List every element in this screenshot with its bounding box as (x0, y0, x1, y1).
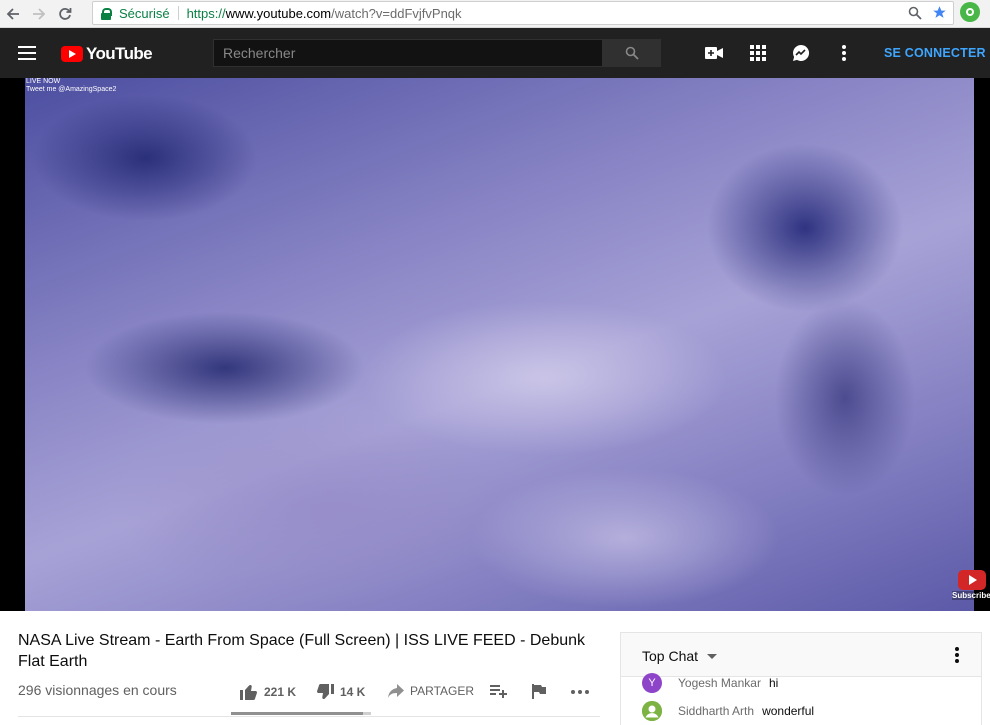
zoom-icon[interactable] (908, 6, 922, 20)
masthead: YouTube Rechercher SE CONNECTER (0, 28, 990, 78)
user-avatar-icon (642, 701, 662, 721)
chat-header: Top Chat (621, 633, 981, 677)
view-count: 296 visionnages en cours (18, 682, 177, 698)
youtube-play-icon (61, 46, 83, 62)
search-button[interactable] (602, 39, 661, 67)
search-icon (625, 46, 639, 60)
address-bar[interactable]: Sécurisé https://www.youtube.com/watch?v… (92, 1, 954, 25)
more-horizontal-icon (571, 690, 589, 694)
address-divider (177, 6, 179, 20)
chat-author[interactable]: Siddharth Arth (678, 704, 754, 718)
logo-text: YouTube (86, 44, 153, 63)
youtube-play-icon (958, 570, 986, 590)
chat-menu-icon[interactable] (955, 647, 959, 663)
dislike-count: 14 K (340, 685, 366, 699)
youtube-logo[interactable]: YouTube (61, 44, 153, 64)
chat-author[interactable]: Yogesh Mankar (678, 676, 761, 690)
video-player[interactable]: LIVE NOW Tweet me @AmazingSpace2 (25, 78, 974, 611)
leaf-icon (966, 8, 974, 16)
chat-text: hi (768, 676, 779, 690)
flag-icon (532, 684, 546, 699)
create-video-button[interactable] (704, 43, 724, 63)
settings-menu-button[interactable] (834, 43, 854, 63)
subscribe-watermark[interactable]: Subscribe (952, 570, 990, 602)
reload-icon (59, 7, 72, 20)
share-button[interactable]: PARTAGER (388, 684, 474, 698)
video-overlay-text: LIVE NOW Tweet me @AmazingSpace2 (25, 78, 116, 94)
secure-label: Sécurisé (119, 5, 170, 21)
share-label: PARTAGER (410, 684, 475, 698)
share-icon (388, 684, 404, 698)
like-count: 221 K (264, 685, 297, 699)
like-ratio-bar (231, 712, 371, 715)
url-host: www.youtube.com (225, 5, 332, 21)
chat-message: Siddharth Arth wonderful (642, 701, 814, 721)
url-scheme: https:// (186, 5, 226, 21)
chat-text: wonderful (762, 704, 815, 718)
arrow-right-icon (33, 7, 46, 20)
live-chat-panel: Top Chat Y Yogesh Mankar hi Siddharth Ar… (620, 632, 982, 725)
chevron-down-icon[interactable] (707, 654, 717, 659)
dislike-button[interactable]: 14 K (316, 684, 365, 700)
chat-message: Y Yogesh Mankar hi (642, 673, 778, 693)
overlay-line-1: LIVE NOW (26, 78, 61, 85)
apps-grid-icon (750, 45, 766, 61)
star-icon[interactable] (932, 5, 947, 20)
chat-bubble-icon (793, 44, 810, 61)
info-divider (18, 716, 600, 717)
report-button[interactable] (532, 684, 552, 699)
thumbs-down-icon (317, 684, 334, 700)
extension-icon[interactable] (960, 2, 980, 22)
arrow-left-icon (6, 7, 19, 20)
playlist-add-icon (490, 685, 507, 698)
thumbs-up-icon (240, 684, 257, 700)
messages-button[interactable] (791, 43, 811, 63)
more-actions-button[interactable] (571, 690, 595, 694)
forward-button[interactable] (26, 1, 52, 27)
reload-button[interactable] (52, 1, 78, 27)
avatar (642, 701, 662, 721)
url-path: /watch?v=ddFvjfvPnqk (331, 5, 462, 21)
back-button[interactable] (0, 1, 26, 27)
menu-icon[interactable] (18, 44, 36, 62)
search-input[interactable]: Rechercher (213, 39, 603, 67)
browser-toolbar: Sécurisé https://www.youtube.com/watch?v… (0, 0, 990, 28)
video-title: NASA Live Stream - Earth From Space (Ful… (18, 632, 586, 670)
sign-in-button[interactable]: SE CONNECTER (884, 46, 986, 60)
chat-mode-selector[interactable]: Top Chat (642, 648, 698, 664)
apps-button[interactable] (748, 43, 768, 63)
like-ratio-fill (231, 712, 363, 715)
lock-icon (101, 7, 112, 20)
more-vertical-icon (842, 45, 846, 61)
overlay-line-2: Tweet me @AmazingSpace2 (26, 86, 117, 93)
subscribe-label: Subscribe (952, 591, 990, 600)
like-button[interactable]: 221 K (240, 684, 296, 700)
avatar: Y (642, 673, 662, 693)
add-to-playlist-button[interactable] (490, 684, 514, 698)
video-camera-icon (705, 47, 723, 59)
